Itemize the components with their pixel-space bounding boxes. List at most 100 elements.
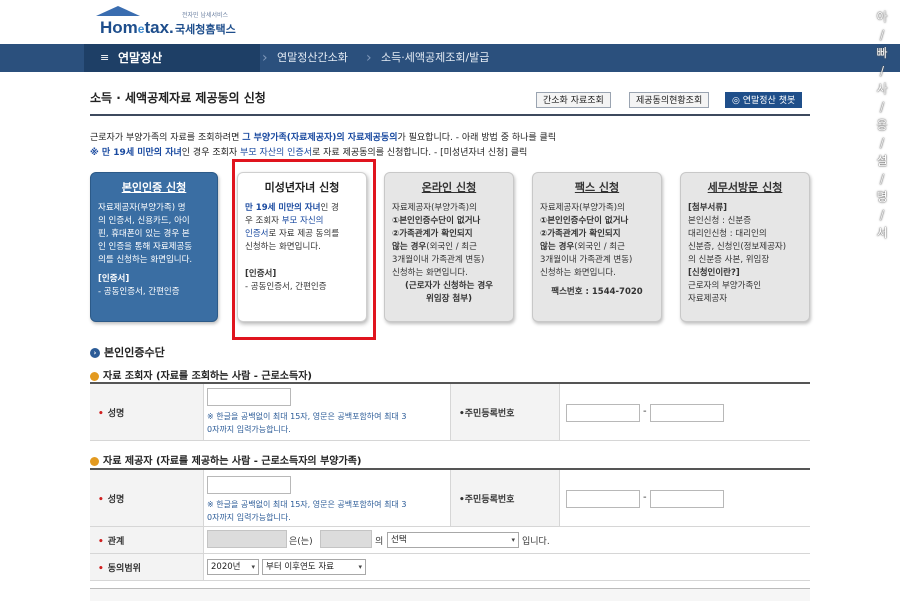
side-char: / [879, 64, 885, 78]
relation-end-text: 입니다. [522, 537, 550, 547]
note-line-1: ※ 한글을 공백없이 최대 15자, 영문은 공백포함하여 최대 3 [207, 500, 407, 509]
card-tax-office-title[interactable]: 세무서방문 신청 [688, 181, 802, 194]
logo-brand: Hometax. [100, 18, 174, 38]
relation-select[interactable]: 선택 ▾ [387, 532, 519, 548]
intro-text-1: 근로자가 부양가족의 자료를 조회하려면 그 부양가족(자료제공자)의 자료제공… [90, 130, 556, 143]
card-line: 신청하는 화면입니다. [540, 268, 616, 278]
note-line-2: 0자까지 입력가능합니다. [207, 425, 291, 434]
intro-text-2: ※ 만 19세 미만의 자녀인 경우 조회자 부모 자산의 인증서로 자료 제공… [90, 145, 527, 158]
hometax-logo[interactable]: 전자민 남세서비스 Hometax. 국세청홈택스 [96, 6, 256, 38]
relation-row: • 관계 은(는) 의 선택 ▾ 입니다. [90, 527, 810, 554]
provider-form: • 성명 ※ 한글을 공백없이 최대 15자, 영문은 공백포함하여 최대 3 0자… [90, 468, 810, 588]
card-line: 자료제공자(부양가족)의 [392, 203, 477, 213]
provider-rrn-front-input[interactable] [566, 490, 640, 508]
nav-bar: ≡ 연말정산 › 연말정산간소화 › 소득·세액공제조회/발급 [0, 44, 900, 72]
viewer-rrn-back-input[interactable] [650, 404, 724, 422]
card-online-title[interactable]: 온라인 신청 [392, 181, 506, 194]
card-line: 자료제공자(부양가족)의 [540, 203, 625, 213]
viewer-form: • 성명 ※ 한글을 공백없이 최대 15자, 영문은 공백포함하여 최대 3 0자… [90, 382, 810, 442]
card-line: 핀, 휴대폰이 있는 경우 본 [98, 229, 190, 239]
arrow-bullet-icon: › [90, 348, 100, 358]
side-char: 아 [876, 10, 888, 24]
card-line: 본인신청 : 신분증 [688, 216, 752, 226]
breadcrumb-item-1[interactable]: 연말정산간소화 [277, 44, 348, 72]
intro2-b: 인 경우 조회자 [181, 148, 241, 158]
side-vertical-text: 아 / 빠 / 사 / 용 / 설 / 명 / 서 [872, 8, 892, 242]
highlight-box [232, 159, 376, 340]
card-self-auth-title[interactable]: 본인인증 신청 [98, 181, 210, 194]
relation-ui-text: 의 [375, 537, 384, 547]
breadcrumb-item-2[interactable]: 소득·세액공제조회/발급 [381, 44, 489, 72]
card-line: 의를 신청하는 화면입니다. [98, 255, 193, 265]
relation-label-cell: • 관계 [90, 527, 204, 553]
card-line-part: 않는 경우 [540, 242, 575, 252]
intro1-b: 그 부양가족(자료제공자)의 자료제공동의 [242, 133, 398, 143]
chatbot-button[interactable]: ◎ 연말정산 챗봇 [725, 92, 803, 108]
card-self-auth[interactable]: 본인인증 신청 자료제공자(부양가족) 명 의 인증서, 신용카드, 아이 핀,… [90, 172, 218, 322]
header: 전자민 남세서비스 Hometax. 국세청홈택스 [0, 0, 900, 44]
viewer-rrn-front-input[interactable] [566, 404, 640, 422]
relation-label: 관계 [107, 537, 125, 547]
rrn-dash: - [643, 406, 647, 417]
provider-rrn-back-input[interactable] [650, 490, 724, 508]
scope-select-value: 부터 이후연도 자료 [266, 562, 334, 572]
card-line: 3개월이내 가족관계 변동) [392, 255, 485, 265]
chatbot-label: 연말정산 챗봇 [742, 96, 796, 106]
note-line-2: 0자까지 입력가능합니다. [207, 513, 291, 522]
chevron-down-icon: ▾ [358, 563, 362, 571]
simplified-data-view-button[interactable]: 간소화 자료조회 [536, 92, 611, 108]
side-char: 용 [876, 118, 888, 132]
intro2-d: 로 자료 제공동의를 신청합니다. - [미성년자녀 신청] 클릭 [312, 148, 528, 158]
card-fax-title[interactable]: 팩스 신청 [540, 181, 654, 194]
page: 전자민 남세서비스 Hometax. 국세청홈택스 ≡ 연말정산 › 연말정산간… [0, 0, 900, 601]
card-line: - 공동인증서, 간편인증 [98, 287, 180, 297]
card-online[interactable]: 온라인 신청 자료제공자(부양가족)의 ①본인인증수단이 없거나 ②가족관계가 … [384, 172, 514, 322]
year-select[interactable]: 2020년 ▾ [207, 559, 259, 575]
subsection-viewer: 자료 조회자 (자료를 조회하는 사람 - 근로소득자) [90, 367, 312, 382]
card-line: 근로자의 부양가족인 [688, 281, 762, 291]
chatbot-icon: ◎ [732, 96, 743, 106]
relation-eun-text: 은(는) [289, 537, 313, 547]
name-label: 성명 [107, 409, 125, 419]
viewer-name-input[interactable] [207, 388, 291, 406]
card-line: 신분증, 신청인(정보제공자) [688, 242, 787, 252]
provider-name-input[interactable] [207, 476, 291, 494]
card-sub-heading: [인증서] [98, 274, 130, 284]
side-char: / [879, 136, 885, 150]
breadcrumb-separator-icon: › [262, 50, 268, 66]
card-line: 의 인증서, 신용카드, 아이 [98, 216, 190, 226]
required-mark: • [98, 564, 104, 574]
card-fax[interactable]: 팩스 신청 자료제공자(부양가족)의 ①본인인증수단이 없거나 ②가족관계가 확… [532, 172, 662, 322]
card-line: 위임장 첨부) [426, 294, 472, 304]
nav-main-menu[interactable]: ≡ 연말정산 [84, 44, 260, 72]
card-line-part: 않는 경우 [392, 242, 427, 252]
side-char: 사 [876, 82, 888, 96]
side-char: 서 [876, 226, 888, 240]
rrn-label-cell: •주민등록번호 [450, 384, 560, 440]
side-char: / [879, 208, 885, 222]
viewer-name-row: • 성명 ※ 한글을 공백없이 최대 15자, 영문은 공백포함하여 최대 3 0자… [90, 384, 810, 441]
consent-status-button[interactable]: 제공동의현황조회 [629, 92, 710, 108]
section-heading: › 본인인증수단 [90, 344, 165, 360]
required-mark: • [98, 537, 104, 547]
chevron-down-icon: ▾ [251, 563, 255, 571]
logo-korean: 국세청홈택스 [175, 23, 236, 36]
scope-select[interactable]: 부터 이후연도 자료 ▾ [262, 559, 366, 575]
required-mark: • [98, 495, 104, 505]
bullet-icon [90, 456, 99, 466]
section-title: 본인인증수단 [104, 346, 165, 359]
relation-select-value: 선택 [391, 535, 407, 545]
page-title: 소득 · 세액공제자료 제공동의 신청 [90, 91, 266, 105]
bottom-edge [90, 588, 810, 601]
subsection-provider-title: 자료 제공자 (자료를 제공하는 사람 - 근로소득자의 부양가족) [103, 456, 362, 467]
card-tax-office-visit[interactable]: 세무서방문 신청 [첨부서류] 본인신청 : 신분증 대리인신청 : 대리인의 … [680, 172, 810, 322]
card-line: ②가족관계가 확인되지 [540, 229, 621, 239]
scope-label-cell: • 동의범위 [90, 554, 204, 580]
menu-icon[interactable]: ≡ [100, 44, 109, 72]
name-input-note: ※ 한글을 공백없이 최대 15자, 영문은 공백포함하여 최대 3 0자까지 입… [207, 498, 406, 524]
side-char: 명 [876, 190, 888, 204]
card-sub-heading: [신청인이란?] [688, 268, 740, 278]
card-line: 않는 경우(외국인 / 최근 [392, 241, 506, 254]
required-mark: • [98, 409, 104, 419]
subsection-provider: 자료 제공자 (자료를 제공하는 사람 - 근로소득자의 부양가족) [90, 452, 361, 467]
